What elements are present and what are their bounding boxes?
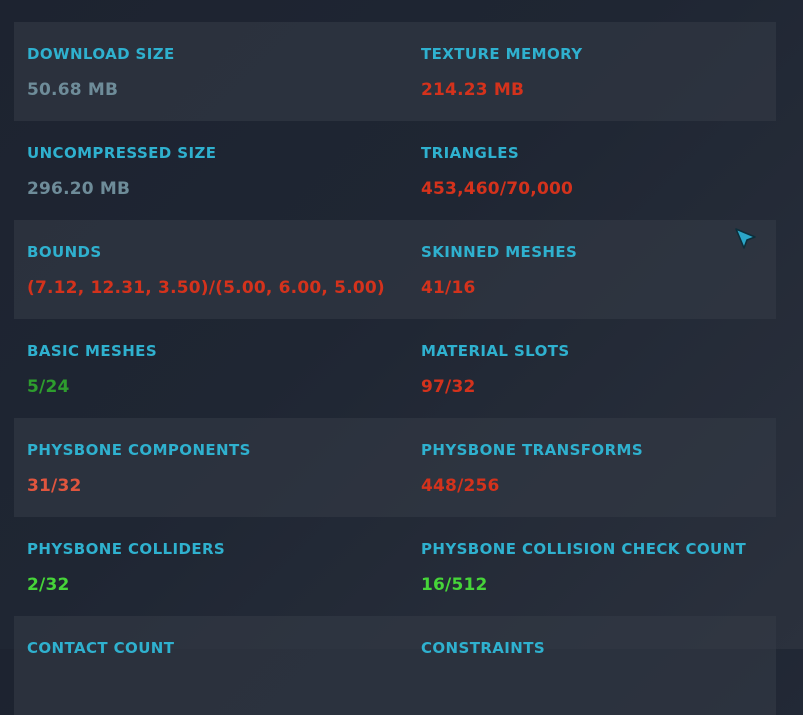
- stats-row: BASIC MESHES 5/24 MATERIAL SLOTS 97/32: [14, 319, 776, 418]
- stat-label: PHYSBONE TRANSFORMS: [421, 441, 644, 459]
- stat-cell: DOWNLOAD SIZE 50.68 MB: [14, 22, 408, 121]
- stat-cell: MATERIAL SLOTS 97/32: [408, 319, 776, 418]
- stats-row: CONTACT COUNT CONSTRAINTS: [14, 616, 776, 715]
- stat-cell: BOUNDS (7.12, 12.31, 3.50)/(5.00, 6.00, 5…: [14, 220, 408, 319]
- stat-label: PHYSBONE COMPONENTS: [27, 441, 251, 459]
- stat-cell: CONSTRAINTS: [408, 616, 776, 715]
- stat-cell: UNCOMPRESSED SIZE 296.20 MB: [14, 121, 408, 220]
- stat-cell: CONTACT COUNT: [14, 616, 408, 715]
- stat-label: BOUNDS: [27, 243, 102, 261]
- stat-value: 16/512: [421, 575, 488, 595]
- stat-value: 2/32: [27, 575, 70, 595]
- stat-value: 214.23 MB: [421, 80, 525, 100]
- stat-label: CONSTRAINTS: [421, 639, 546, 657]
- stat-cell: TRIANGLES 453,460/70,000: [408, 121, 776, 220]
- stat-cell: SKINNED MESHES 41/16: [408, 220, 776, 319]
- stat-cell: PHYSBONE COLLIDERS 2/32: [14, 517, 408, 616]
- stat-value: 5/24: [27, 377, 70, 397]
- stat-value: (7.12, 12.31, 3.50)/(5.00, 6.00, 5.00): [27, 278, 385, 298]
- stat-label: UNCOMPRESSED SIZE: [27, 144, 217, 162]
- stats-row: DOWNLOAD SIZE 50.68 MB TEXTURE MEMORY 214.2…: [14, 22, 776, 121]
- stat-cell: PHYSBONE TRANSFORMS 448/256: [408, 418, 776, 517]
- stat-value: 453,460/70,000: [421, 179, 574, 199]
- stat-cell: PHYSBONE COMPONENTS 31/32: [14, 418, 408, 517]
- stats-row: BOUNDS (7.12, 12.31, 3.50)/(5.00, 6.00, 5…: [14, 220, 776, 319]
- stat-label: DOWNLOAD SIZE: [27, 45, 175, 63]
- stats-row: PHYSBONE COLLIDERS 2/32 PHYSBONE COLLISION…: [14, 517, 776, 616]
- stats-row: UNCOMPRESSED SIZE 296.20 MB TRIANGLES 453,4…: [14, 121, 776, 220]
- stat-label: MATERIAL SLOTS: [421, 342, 570, 360]
- stat-value: 31/32: [27, 476, 82, 496]
- stat-label: TEXTURE MEMORY: [421, 45, 583, 63]
- stat-value: 41/16: [421, 278, 476, 298]
- performance-stats-panel: DOWNLOAD SIZE 50.68 MB TEXTURE MEMORY 214.2…: [14, 22, 776, 715]
- stat-cell: BASIC MESHES 5/24: [14, 319, 408, 418]
- stat-value: 97/32: [421, 377, 476, 397]
- stat-label: PHYSBONE COLLIDERS: [27, 540, 226, 558]
- stat-label: SKINNED MESHES: [421, 243, 578, 261]
- stat-label: CONTACT COUNT: [27, 639, 175, 657]
- stat-value: 448/256: [421, 476, 500, 496]
- stat-label: BASIC MESHES: [27, 342, 158, 360]
- pointer-arrow-icon: [735, 228, 756, 249]
- stat-value: 50.68 MB: [27, 80, 119, 100]
- stats-row: PHYSBONE COMPONENTS 31/32 PHYSBONE TRANSFO…: [14, 418, 776, 517]
- stat-cell: PHYSBONE COLLISION CHECK COUNT 16/512: [408, 517, 776, 616]
- stat-label: PHYSBONE COLLISION CHECK COUNT: [421, 540, 747, 558]
- stat-label: TRIANGLES: [421, 144, 520, 162]
- stat-cell: TEXTURE MEMORY 214.23 MB: [408, 22, 776, 121]
- stat-value: 296.20 MB: [27, 179, 131, 199]
